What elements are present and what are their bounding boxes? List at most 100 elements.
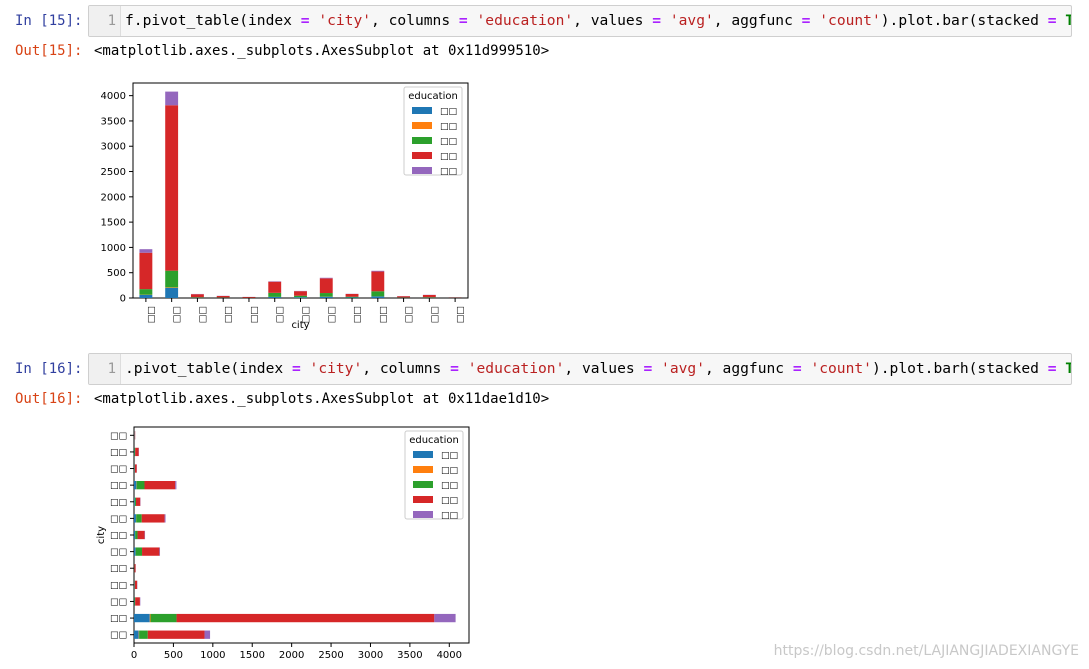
code-token: .pivot_table(index xyxy=(125,360,292,377)
bar-segment xyxy=(137,530,145,540)
bar-segment xyxy=(294,291,307,296)
bar-segment xyxy=(164,514,166,523)
x-tick-label: 4000 xyxy=(437,650,462,661)
y-tick-label: □□ xyxy=(110,514,127,524)
bar-segment xyxy=(134,481,137,490)
bar-segment xyxy=(165,91,179,106)
legend-swatch xyxy=(412,107,432,114)
legend-swatch xyxy=(412,167,432,174)
legend-swatch xyxy=(412,122,432,129)
code-string: 'avg' xyxy=(669,12,714,29)
bar-segment xyxy=(134,497,135,506)
bar-segment xyxy=(134,547,136,556)
code-token: f.pivot_table(index xyxy=(125,12,301,29)
bar-segment xyxy=(371,291,385,297)
x-tick-label: □□ xyxy=(404,306,414,323)
code-line[interactable]: f.pivot_table(index = 'city', columns = … xyxy=(125,6,1071,36)
bar-segment xyxy=(165,287,179,288)
x-tick-label: 500 xyxy=(164,650,183,661)
y-tick-label: □□ xyxy=(110,548,127,558)
bar-segment xyxy=(242,296,256,298)
x-tick-label: 1500 xyxy=(240,650,265,661)
legend-label: □□ xyxy=(441,466,458,476)
legend-swatch xyxy=(413,511,433,518)
code-token: , aggfunc xyxy=(713,12,802,29)
bar-segment xyxy=(141,514,165,523)
y-axis-label: city xyxy=(96,526,107,544)
bar-segment xyxy=(371,271,385,292)
bar-segment xyxy=(142,547,160,556)
bar-segment xyxy=(135,447,139,457)
x-tick-label: □□ xyxy=(326,306,336,323)
out-prompt-16: Out[16]: xyxy=(15,391,83,407)
bar-segment xyxy=(190,294,204,298)
y-tick-label: □□ xyxy=(110,564,127,574)
bar-segment xyxy=(268,296,282,298)
bar-segment xyxy=(371,270,385,272)
y-tick-label: □□ xyxy=(110,631,127,641)
bar-segment xyxy=(345,297,359,298)
code-operator: = xyxy=(300,12,310,29)
y-tick-label: 500 xyxy=(107,268,126,279)
y-tick-label: 1500 xyxy=(101,218,126,229)
y-tick-label: □□ xyxy=(110,498,127,508)
output-text-15: <matplotlib.axes._subplots.AxesSubplot a… xyxy=(94,43,550,59)
y-tick-label: □□ xyxy=(110,614,127,624)
x-tick-label: □□ xyxy=(172,306,182,323)
bar-segment xyxy=(165,287,179,298)
bar-segment xyxy=(319,278,333,294)
y-tick-label: 3000 xyxy=(101,142,126,153)
code-token: ).plot.bar(stacked xyxy=(880,12,1048,29)
y-tick-label: 1000 xyxy=(101,243,126,254)
code-operator: = xyxy=(1047,360,1057,377)
x-tick-label: 3000 xyxy=(358,650,383,661)
legend-swatch xyxy=(413,466,433,473)
legend-title: education xyxy=(408,91,458,102)
bar-segment xyxy=(147,630,205,639)
x-tick-label: 0 xyxy=(131,650,137,661)
x-tick-label: 1000 xyxy=(200,650,225,661)
y-tick-label: □□ xyxy=(110,481,127,491)
legend-title: education xyxy=(409,435,459,446)
x-tick-label: □□ xyxy=(352,306,362,323)
bar-segment xyxy=(204,630,211,639)
x-tick-label: □□ xyxy=(429,306,439,323)
code-cell-15[interactable]: 1 f.pivot_table(index = 'city', columns … xyxy=(88,5,1072,37)
bar-segment xyxy=(216,295,230,298)
bar-segment xyxy=(134,630,139,639)
legend-label: □□ xyxy=(440,137,457,147)
bar-segment xyxy=(345,296,359,298)
bar-segment xyxy=(165,270,179,288)
code-operator: = xyxy=(792,360,802,377)
y-tick-label: □□ xyxy=(110,597,127,607)
code-string: 'city' xyxy=(318,12,372,29)
legend-swatch xyxy=(413,451,433,458)
bar-segment xyxy=(135,497,141,506)
code-keyword: True xyxy=(1065,12,1071,29)
code-line[interactable]: .pivot_table(index = 'city', columns = '… xyxy=(125,354,1071,384)
bar-segment xyxy=(434,613,456,623)
bar-segment xyxy=(135,547,143,556)
code-cell-16[interactable]: 1 .pivot_table(index = 'city', columns =… xyxy=(88,353,1072,385)
code-operator: = xyxy=(291,360,301,377)
bar-segment xyxy=(139,249,153,253)
bar-segment xyxy=(397,296,411,298)
code-string: 'city' xyxy=(309,360,363,377)
stacked-barh-chart: 0 500 1000 1500 2000 2500 3000 3500 4000 □□ □□ □□ □□… xyxy=(96,426,470,661)
x-tick-label: □□ xyxy=(249,306,259,323)
bar-segment xyxy=(134,530,136,540)
bar-segment xyxy=(371,296,385,298)
bar-segment xyxy=(175,481,177,490)
x-tick-label: □□ xyxy=(455,306,465,323)
code-operator: = xyxy=(458,12,468,29)
bar-segment xyxy=(134,564,136,573)
x-tick-label: □□ xyxy=(275,306,285,323)
out-prompt-15: Out[15]: xyxy=(15,43,83,59)
in-prompt-15: In [15]: xyxy=(15,13,83,29)
y-tick-label: □□ xyxy=(110,581,127,591)
